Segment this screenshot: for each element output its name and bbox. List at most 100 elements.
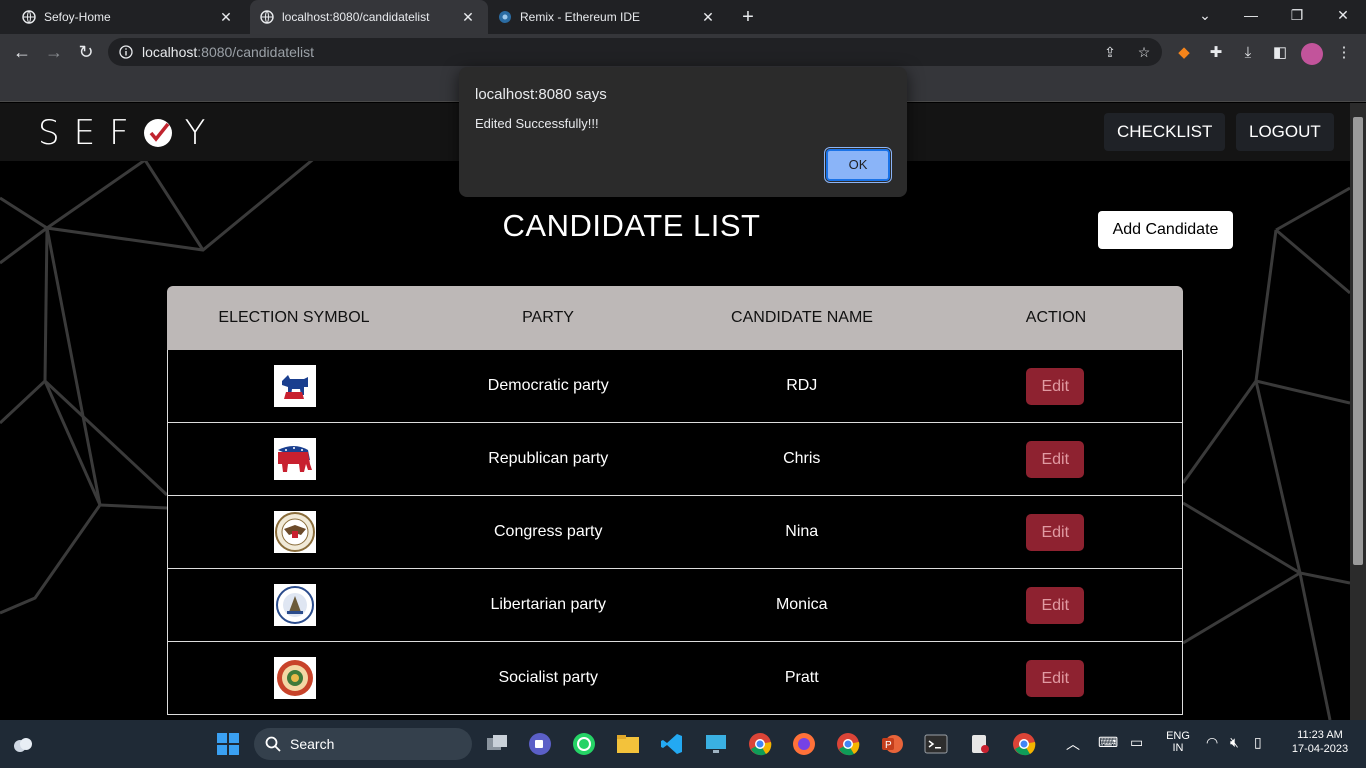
profile-avatar[interactable] (1301, 43, 1323, 65)
minimize-button[interactable]: — (1228, 0, 1274, 34)
terminal-icon[interactable] (924, 732, 948, 756)
logout-link[interactable]: LOGOUT (1236, 113, 1334, 151)
chrome-profile-icon[interactable] (836, 732, 860, 756)
search-label: Search (290, 736, 335, 752)
weather-cloud-icon[interactable] (10, 732, 34, 756)
side-panel-icon[interactable]: ◧ (1270, 43, 1290, 63)
windows-taskbar: Search P ︿ ⌨ ▭ ENG IN ◠ 🔇︎ ▯ 11:23 AM 17… (0, 720, 1366, 768)
firefox-icon[interactable] (792, 732, 816, 756)
party-cell: Republican party (488, 450, 609, 467)
whatsapp-icon[interactable] (572, 732, 596, 756)
remix-logo-icon (499, 11, 511, 23)
column-header: ELECTION SYMBOL (218, 309, 370, 326)
candidate-table: ELECTION SYMBOL PARTY CANDIDATE NAME ACT… (167, 286, 1183, 715)
meet-camera-icon[interactable] (528, 732, 552, 756)
table-row: Congress party Nina Edit (167, 496, 1183, 569)
tray-chevron-icon[interactable]: ︿ (1066, 734, 1080, 754)
url-path: :8080/candidatelist (197, 44, 315, 60)
task-view-icon[interactable] (485, 732, 509, 756)
party-cell: Libertarian party (490, 596, 607, 613)
download-icon[interactable]: ⤓ (1238, 43, 1258, 63)
party-cell: Congress party (494, 523, 603, 540)
address-bar[interactable]: localhost:8080/candidatelist ⇪ ☆ (108, 38, 1162, 66)
alert-dialog: localhost:8080 says Edited Successfully!… (459, 67, 907, 197)
scrollbar-thumb[interactable] (1353, 117, 1363, 565)
seal-icon (273, 584, 316, 626)
tab-sefoy-home[interactable]: Sefoy-Home ✕ (0, 0, 246, 34)
close-window-button[interactable]: ✕ (1320, 0, 1366, 34)
globe-icon (260, 10, 274, 24)
extensions-puzzle-icon[interactable]: ✚ (1206, 43, 1226, 63)
checklist-link[interactable]: CHECKLIST (1104, 113, 1226, 151)
eagle-seal-icon (273, 511, 316, 553)
volume-muted-icon[interactable]: 🔇︎ (1230, 734, 1239, 751)
tab-remix[interactable]: Remix - Ethereum IDE ✕ (488, 0, 728, 34)
table-row: Libertarian party Monica Edit (167, 569, 1183, 642)
dialog-message: Edited Successfully!!! (475, 116, 599, 131)
dialog-title: localhost:8080 says (475, 86, 607, 103)
add-candidate-button[interactable]: Add Candidate (1098, 211, 1233, 249)
new-tab-button[interactable]: + (736, 5, 760, 29)
candidate-name-cell: Chris (783, 450, 821, 467)
clock-date: 17-04-2023 (1291, 743, 1349, 755)
close-tab-icon[interactable]: ✕ (460, 9, 476, 25)
logo-text: SEF (38, 113, 143, 153)
vscode-icon[interactable] (660, 732, 684, 756)
page-title: CANDIDATE LIST (502, 208, 761, 243)
close-tab-icon[interactable]: ✕ (218, 9, 234, 25)
edit-button[interactable]: Edit (1026, 659, 1085, 697)
keyboard-icon[interactable]: ⌨ (1098, 734, 1118, 751)
browser-toolbar: ← → ↻ localhost:8080/candidatelist ⇪ ☆ (0, 34, 1366, 70)
svg-text:P: P (885, 740, 892, 751)
search-icon (265, 736, 281, 752)
tab-candidatelist[interactable]: localhost:8080/candidatelist ✕ (250, 0, 488, 34)
edit-button[interactable]: Edit (1026, 367, 1085, 405)
globe-icon (22, 10, 36, 24)
maximize-button[interactable]: ❐ (1274, 0, 1320, 34)
page-scrollbar[interactable] (1350, 103, 1366, 720)
wifi-icon[interactable]: ◠ (1206, 734, 1218, 751)
ok-button[interactable]: OK (824, 147, 892, 183)
table-header: ELECTION SYMBOL PARTY CANDIDATE NAME ACT… (167, 286, 1183, 350)
menu-kebab-icon[interactable]: ⋮ (1334, 43, 1354, 63)
metamask-fox-icon[interactable]: ◆ (1174, 43, 1194, 63)
reload-icon[interactable]: ↻ (72, 38, 100, 66)
column-header: PARTY (522, 309, 574, 326)
tab-search-chevron-icon[interactable]: ⌄ (1182, 0, 1228, 34)
clock-time: 11:23 AM (1297, 729, 1343, 741)
snipping-tool-icon[interactable] (968, 732, 992, 756)
tab-title: Remix - Ethereum IDE (520, 10, 641, 24)
bookmark-star-icon[interactable]: ☆ (1136, 44, 1152, 60)
share-icon[interactable]: ⇪ (1102, 44, 1118, 60)
battery-icon[interactable]: ▯ (1254, 734, 1262, 751)
region-code: IN (1172, 742, 1184, 754)
edit-button[interactable]: Edit (1026, 513, 1085, 551)
candidate-name-cell: Monica (775, 596, 828, 613)
remote-desktop-icon[interactable] (704, 732, 728, 756)
column-header: ACTION (1025, 309, 1087, 326)
chrome-icon[interactable] (748, 732, 772, 756)
powerpoint-icon[interactable]: P (880, 732, 904, 756)
table-row: Republican party Chris Edit (167, 423, 1183, 496)
logo-text-end: Y (184, 113, 220, 153)
table-row: Democratic party RDJ Edit (167, 350, 1183, 423)
table-row: Socialist party Pratt Edit (167, 642, 1183, 715)
chrome-profile-2-icon[interactable] (1012, 732, 1036, 756)
language-code: ENG (1166, 730, 1190, 742)
candidate-name-cell: RDJ (786, 377, 818, 394)
forward-arrow-icon[interactable]: → (40, 38, 68, 66)
taskbar-search[interactable]: Search (254, 728, 472, 760)
windows-start-icon[interactable] (216, 732, 240, 756)
language-indicator[interactable]: ENG IN (1160, 730, 1196, 754)
close-tab-icon[interactable]: ✕ (700, 9, 716, 25)
elephant-icon (273, 438, 316, 480)
sefoy-logo[interactable]: SEF Y (38, 113, 220, 153)
back-arrow-icon[interactable]: ← (8, 38, 36, 66)
file-explorer-icon[interactable] (616, 732, 640, 756)
display-icon[interactable]: ▭ (1130, 734, 1143, 751)
checkmark-logo-icon (143, 119, 172, 147)
clock[interactable]: 11:23 AM 17-04-2023 (1284, 729, 1356, 755)
edit-button[interactable]: Edit (1026, 440, 1085, 478)
candidate-name-cell: Pratt (784, 669, 819, 686)
edit-button[interactable]: Edit (1026, 586, 1085, 624)
